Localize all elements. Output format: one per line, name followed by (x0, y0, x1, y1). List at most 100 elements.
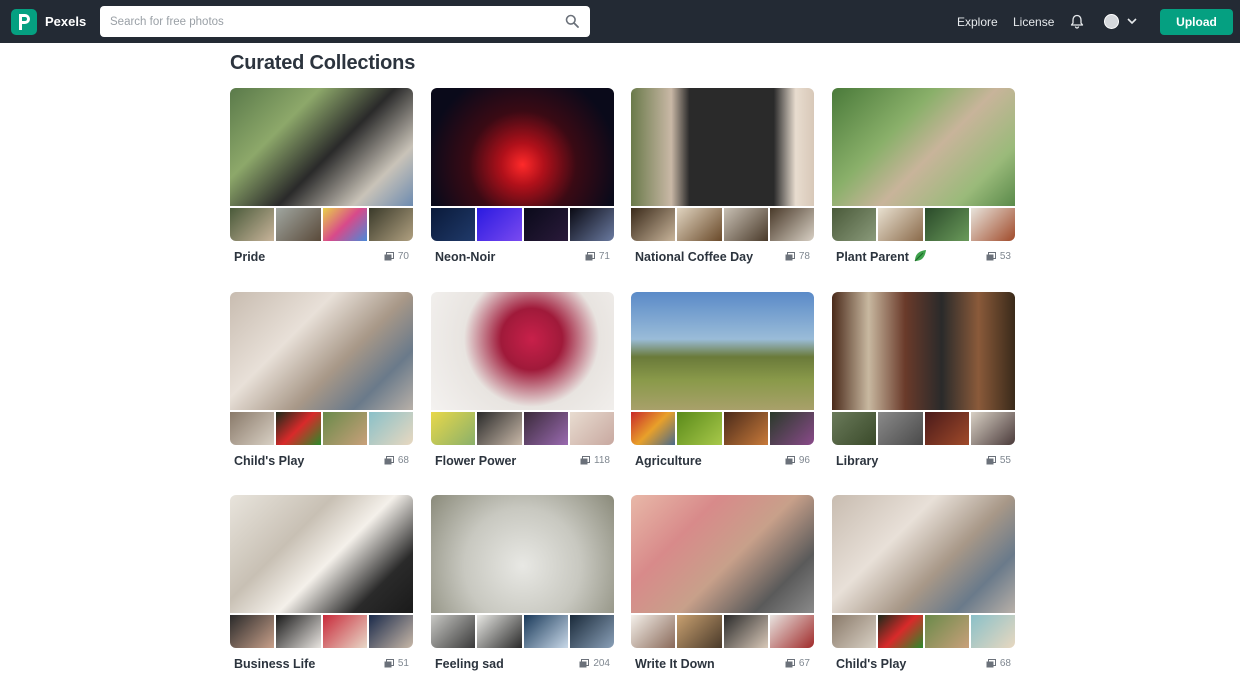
collection-title[interactable]: Business Life (234, 657, 315, 671)
collection-thumbnail[interactable] (878, 615, 923, 648)
collection-card[interactable]: Child's Play 68 (230, 292, 413, 468)
collection-thumbnail[interactable] (477, 615, 522, 648)
collection-title[interactable]: Neon-Noir (435, 250, 495, 264)
collection-card[interactable]: National Coffee Day 78 (631, 88, 814, 264)
collection-cover-image[interactable] (631, 88, 814, 206)
collection-card[interactable]: Feeling sad 204 (431, 495, 614, 671)
collection-thumbnail[interactable] (878, 208, 923, 241)
collection-card[interactable]: Write It Down 67 (631, 495, 814, 671)
collection-thumbnail[interactable] (230, 615, 275, 648)
collection-thumbnail[interactable] (769, 412, 814, 445)
collection-thumbnail[interactable] (322, 208, 367, 241)
collection-thumbnail[interactable] (832, 208, 877, 241)
upload-button[interactable]: Upload (1160, 9, 1233, 35)
collection-thumbnail[interactable] (477, 208, 522, 241)
collection-title[interactable]: Agriculture (635, 454, 702, 468)
collection-cover-image[interactable] (631, 292, 814, 410)
collection-thumbnail[interactable] (368, 615, 413, 648)
collection-title[interactable]: Write It Down (635, 657, 715, 671)
brand-name[interactable]: Pexels (45, 14, 86, 29)
collection-thumbnail[interactable] (924, 412, 969, 445)
collection-cover-image[interactable] (230, 88, 413, 206)
search-input[interactable] (110, 12, 550, 32)
collection-card[interactable]: Agriculture 96 (631, 292, 814, 468)
collection-thumbnail[interactable] (970, 412, 1015, 445)
collection-card[interactable]: Neon-Noir 71 (431, 88, 614, 264)
collection-thumbnail[interactable] (523, 208, 568, 241)
collection-thumbnail[interactable] (631, 412, 676, 445)
collection-card[interactable]: Business Life 51 (230, 495, 413, 671)
collection-count-value: 204 (593, 658, 610, 669)
collection-cover-image[interactable] (230, 292, 413, 410)
collection-thumbnail[interactable] (723, 615, 768, 648)
nav-explore-link[interactable]: Explore (957, 15, 998, 29)
collection-cover-image[interactable] (631, 495, 814, 613)
collection-thumbnail[interactable] (631, 208, 676, 241)
collection-thumbnail[interactable] (723, 208, 768, 241)
collection-cover-image[interactable] (832, 292, 1015, 410)
collection-thumbnail[interactable] (832, 412, 877, 445)
collection-thumbnail[interactable] (523, 615, 568, 648)
chevron-down-icon[interactable] (1127, 17, 1137, 25)
collection-cover-image[interactable] (431, 495, 614, 613)
collection-count: 53 (986, 251, 1011, 262)
collection-title[interactable]: National Coffee Day (635, 250, 753, 264)
collection-thumbnail[interactable] (230, 208, 275, 241)
collection-thumbnail[interactable] (276, 208, 321, 241)
collection-cover-image[interactable] (431, 88, 614, 206)
photo-stack-icon (986, 456, 996, 465)
collection-thumbnail[interactable] (431, 208, 476, 241)
collection-thumbnail[interactable] (970, 208, 1015, 241)
collection-thumbnail[interactable] (477, 412, 522, 445)
collection-card[interactable]: Library 55 (832, 292, 1015, 468)
collection-thumbnail[interactable] (832, 615, 877, 648)
collection-card[interactable]: Pride 70 (230, 88, 413, 264)
collection-thumbnail[interactable] (431, 615, 476, 648)
collection-thumbnail[interactable] (677, 208, 722, 241)
collection-thumbnail[interactable] (924, 208, 969, 241)
collection-card[interactable]: Child's Play 68 (832, 495, 1015, 671)
collection-card[interactable]: Plant Parent 53 (832, 88, 1015, 264)
collection-thumbnail[interactable] (878, 412, 923, 445)
user-avatar[interactable] (1104, 14, 1119, 29)
collection-thumbnail[interactable] (924, 615, 969, 648)
collection-thumbnail[interactable] (431, 412, 476, 445)
photo-stack-icon (986, 659, 996, 668)
collection-thumbnail[interactable] (769, 615, 814, 648)
collection-thumbnail[interactable] (569, 615, 614, 648)
collection-title[interactable]: Child's Play (836, 657, 906, 671)
collection-thumbnail[interactable] (723, 412, 768, 445)
collection-title[interactable]: Plant Parent (836, 250, 909, 264)
collection-cover-image[interactable] (832, 495, 1015, 613)
collection-title[interactable]: Pride (234, 250, 265, 264)
collection-thumbnail[interactable] (523, 412, 568, 445)
collection-thumbnail[interactable] (569, 412, 614, 445)
collection-thumbnail[interactable] (970, 615, 1015, 648)
notifications-bell-icon[interactable] (1070, 14, 1084, 29)
collection-thumbnail[interactable] (368, 412, 413, 445)
collection-thumbnail[interactable] (677, 412, 722, 445)
collection-thumbnail[interactable] (276, 615, 321, 648)
collection-card[interactable]: Flower Power 118 (431, 292, 614, 468)
collection-title[interactable]: Library (836, 454, 878, 468)
collection-thumbnail[interactable] (677, 615, 722, 648)
collection-thumbnail[interactable] (322, 412, 367, 445)
collection-cover-image[interactable] (832, 88, 1015, 206)
collection-thumbnail[interactable] (368, 208, 413, 241)
collection-title[interactable]: Feeling sad (435, 657, 504, 671)
collection-title[interactable]: Child's Play (234, 454, 304, 468)
collection-thumbnails (832, 615, 1015, 648)
collection-thumbnail[interactable] (230, 412, 275, 445)
collection-cover-image[interactable] (431, 292, 614, 410)
collection-thumbnail[interactable] (631, 615, 676, 648)
collection-thumbnail[interactable] (769, 208, 814, 241)
search-icon[interactable] (565, 14, 579, 28)
collection-title[interactable]: Flower Power (435, 454, 516, 468)
collection-cover-image[interactable] (230, 495, 413, 613)
collection-thumbnail[interactable] (569, 208, 614, 241)
nav-license-link[interactable]: License (1013, 15, 1054, 29)
pexels-logo-icon[interactable] (11, 9, 37, 35)
search-bar[interactable] (100, 6, 590, 37)
collection-thumbnail[interactable] (322, 615, 367, 648)
collection-thumbnail[interactable] (276, 412, 321, 445)
